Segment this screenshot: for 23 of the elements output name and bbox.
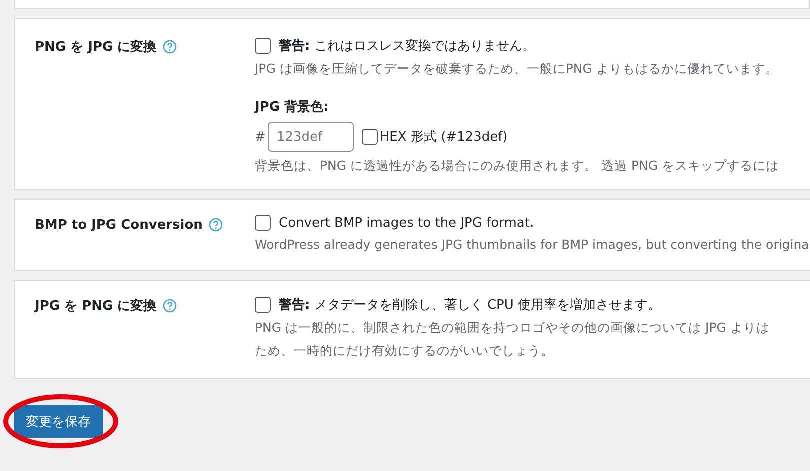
checkbox[interactable] — [255, 38, 271, 54]
help-icon[interactable] — [162, 299, 177, 313]
checkbox-label: HEX 形式 (#123def) — [380, 129, 508, 146]
description-text: 背景色は、PNG に透過性がある場合にのみ使用されます。 透過 PNG をスキップするには — [255, 158, 780, 175]
checkbox-label: Convert BMP images to the JPG format. — [279, 216, 534, 230]
help-icon[interactable] — [162, 40, 177, 54]
field-heading: JPG 背景色: — [255, 98, 330, 116]
color-input-field[interactable]: 123def — [268, 122, 354, 152]
setting-label: BMP to JPG Conversion — [35, 218, 203, 232]
description-text: JPG は画像を圧縮してデータを破棄するため、一般にPNG よりもはるかに優れています。 — [255, 61, 780, 78]
checkbox-label: 警告: メタデータを削除し、著しく CPU 使用率を増加させます。 — [279, 296, 662, 314]
help-icon[interactable] — [208, 218, 223, 232]
description-text: PNG は一般的に、制限された色の範囲を持つロゴやその他の画像については JPG よりは — [255, 320, 770, 337]
description-text: WordPress already generates JPG thumbnails for BMP images, but converting the original — [255, 237, 810, 252]
checkbox[interactable] — [255, 297, 271, 313]
checkbox-label: 警告: これはロスレス変換ではありません。 — [279, 38, 536, 55]
hash-prefix: # — [255, 130, 266, 144]
save-button[interactable]: 変更を保存 — [14, 405, 103, 438]
checkbox[interactable] — [362, 129, 378, 145]
checkbox[interactable] — [255, 215, 271, 231]
setting-label: JPG を PNG に変換 — [35, 298, 157, 315]
setting-label: PNG を JPG に変換 — [35, 38, 157, 56]
description-text: ため、一時的にだけ有効にするのがいいでしょう。 — [255, 343, 555, 360]
